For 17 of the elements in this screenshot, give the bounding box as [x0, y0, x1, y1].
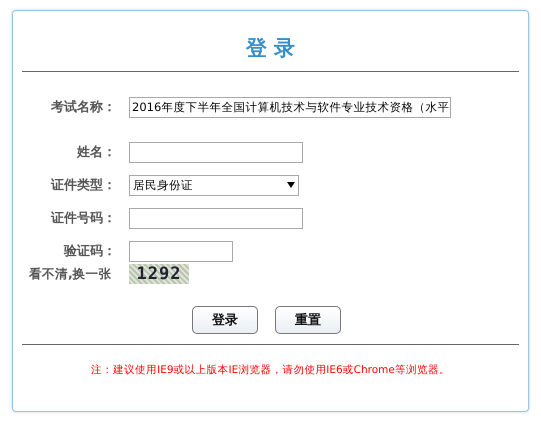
dropdown[interactable]: 居民身份证: [129, 174, 299, 196]
input-field[interactable]: [129, 208, 303, 228]
captcha-field[interactable]: [129, 240, 233, 262]
login-title: 登 录: [244, 35, 296, 62]
field-label: 考试名称：: [50, 99, 116, 116]
login-button[interactable]: 登录: [192, 306, 258, 334]
reset-button[interactable]: 重置: [275, 306, 341, 334]
dropdown-arrow-icon: [287, 182, 295, 188]
input-field[interactable]: 2016年度下半年全国计算机技术与软件专业技术资格（水平: [129, 96, 451, 118]
captcha-image[interactable]: 1292: [129, 264, 189, 284]
field-label: 验证码：: [62, 243, 116, 260]
field-label: 姓名：: [76, 144, 116, 161]
field-label: 证件类型：: [50, 177, 116, 194]
browser-notice: 注：建议使用IE9或以上版本IE浏览器，请勿使用IE6或Chrome等浏览器。: [90, 363, 451, 377]
input-field[interactable]: [129, 142, 303, 162]
field-label: 证件号码：: [50, 210, 116, 227]
refresh-captcha-link[interactable]: 看不清,换一张: [29, 266, 129, 282]
